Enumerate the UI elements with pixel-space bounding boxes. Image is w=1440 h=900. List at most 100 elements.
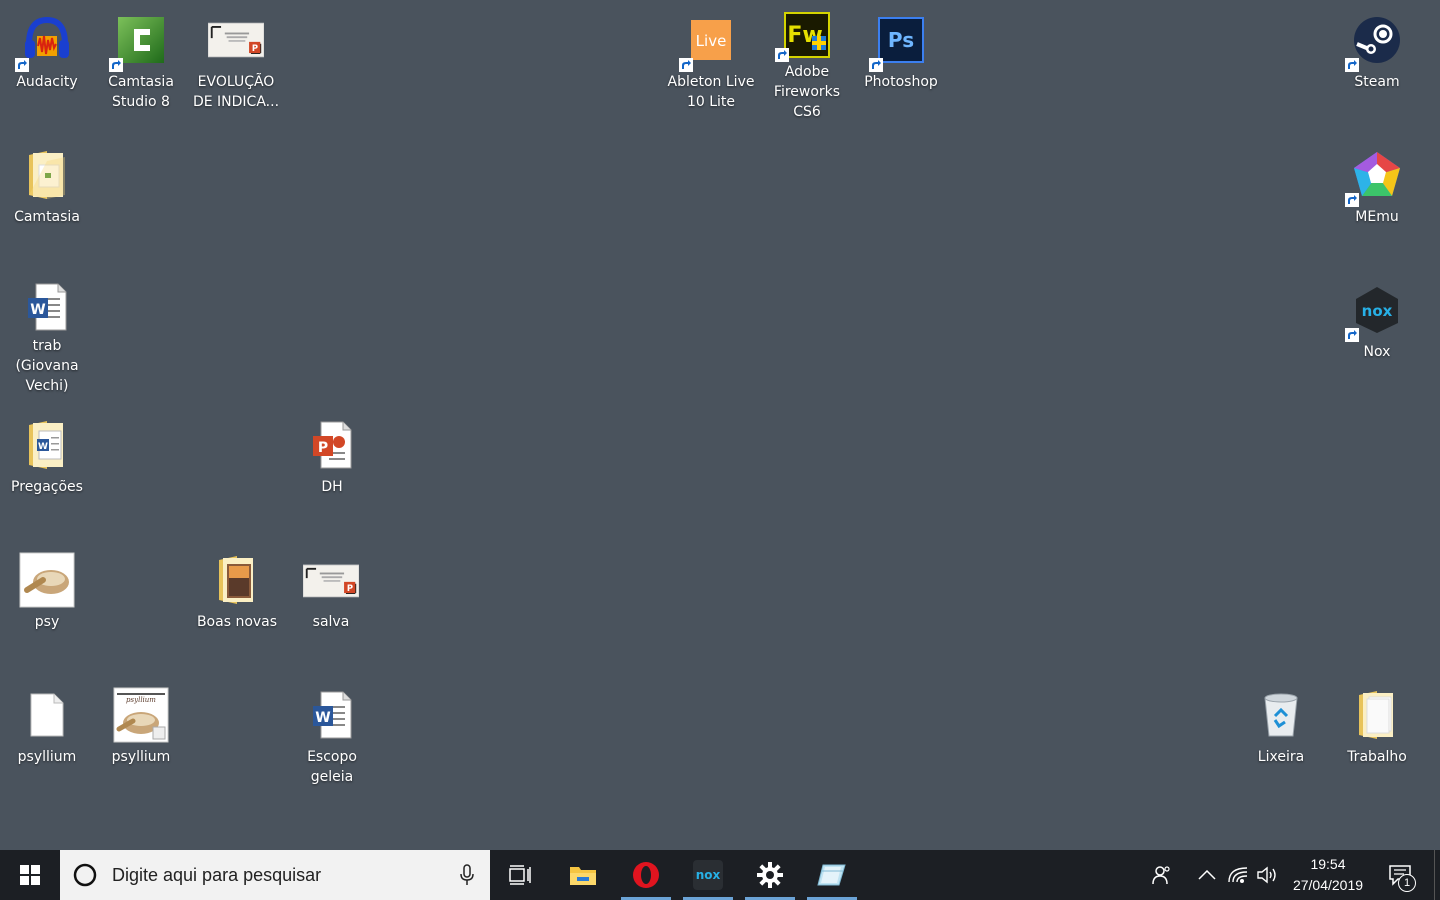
taskbar-nox[interactable]: nox bbox=[683, 850, 733, 900]
icon-label: DH bbox=[321, 479, 343, 495]
nox-glyph: nox bbox=[1362, 302, 1393, 320]
desktop-icon-trab-docx[interactable]: W trab (Giovana Vechi) bbox=[0, 270, 94, 394]
volume-button[interactable] bbox=[1255, 863, 1279, 887]
shortcut-arrow-icon bbox=[869, 58, 883, 72]
microphone-icon[interactable] bbox=[460, 864, 474, 886]
icon-label: Escopo geleia bbox=[307, 749, 357, 785]
shortcut-arrow-icon bbox=[1345, 58, 1359, 72]
ppt-glyph: P bbox=[252, 43, 258, 53]
show-desktop-button[interactable] bbox=[1434, 850, 1440, 900]
taskbar-opera[interactable] bbox=[621, 850, 671, 900]
desktop-icon-camtasia-folder[interactable]: Camtasia bbox=[0, 135, 94, 255]
ableton-live-icon: Live bbox=[679, 12, 739, 72]
psyllium-thumb-text: psyllium bbox=[126, 696, 156, 704]
shortcut-arrow-icon bbox=[109, 58, 123, 72]
desktop-icon-memu[interactable]: MEmu bbox=[1330, 135, 1424, 255]
desktop-icon-recycle-bin[interactable]: Lixeira bbox=[1234, 675, 1328, 795]
people-button[interactable] bbox=[1150, 863, 1174, 887]
icon-label: Camtasia Studio 8 bbox=[108, 74, 174, 110]
icon-label: Lixeira bbox=[1257, 749, 1305, 765]
icon-label: salva bbox=[312, 614, 350, 630]
recycle-bin-icon bbox=[1253, 687, 1309, 743]
desktop-icon-ableton[interactable]: Live Ableton Live 10 Lite bbox=[664, 0, 758, 120]
desktop-icon-dh-pptx[interactable]: P DH bbox=[285, 405, 379, 525]
desktop-icon-pregacoes-folder[interactable]: W Pregações bbox=[0, 405, 94, 525]
people-icon bbox=[1152, 866, 1170, 885]
desktop-icon-photoshop[interactable]: Ps Photoshop bbox=[854, 0, 948, 120]
ppt-glyph: P bbox=[318, 440, 328, 456]
image-thumbnail-icon: psyllium bbox=[113, 687, 169, 743]
desktop-icon-psyllium-file[interactable]: psyllium bbox=[0, 675, 94, 795]
desktop-icon-trabalho-folder[interactable]: Trabalho bbox=[1330, 675, 1424, 795]
icon-label: Photoshop bbox=[864, 74, 938, 90]
opera-icon bbox=[633, 862, 659, 888]
icon-label: Trabalho bbox=[1347, 749, 1407, 765]
task-view-button[interactable] bbox=[495, 850, 545, 900]
desktop-icon-audacity[interactable]: Audacity bbox=[0, 0, 94, 120]
windows-logo-icon bbox=[20, 865, 40, 885]
clock-time: 19:54 bbox=[1310, 856, 1346, 872]
icon-label: Pregações bbox=[11, 479, 83, 495]
icon-label: MEmu bbox=[1355, 209, 1399, 225]
icon-label: psyllium bbox=[111, 749, 171, 765]
gear-icon bbox=[757, 862, 783, 888]
desktop-icon-salva-pptx[interactable]: P salva bbox=[284, 540, 378, 660]
powerpoint-document-icon: P bbox=[304, 417, 360, 473]
icon-label: Boas novas bbox=[196, 614, 278, 630]
cortana-icon bbox=[73, 863, 97, 887]
speaker-icon bbox=[1257, 866, 1276, 884]
ppt-glyph: P bbox=[347, 583, 353, 593]
shortcut-arrow-icon bbox=[1345, 328, 1359, 342]
desktop: Audacity Camtasia Studio 8 P EVOLUÇÃO DE… bbox=[0, 0, 1440, 850]
memu-icon bbox=[1345, 147, 1405, 207]
icon-label: Nox bbox=[1363, 344, 1391, 360]
desktop-icon-escopo-docx[interactable]: W Escopo geleia bbox=[285, 675, 379, 795]
desktop-icon-fireworks[interactable]: Fw Adobe Fireworks CS6 bbox=[760, 0, 854, 120]
action-center-button[interactable]: 1 bbox=[1386, 862, 1416, 892]
ableton-glyph: Live bbox=[696, 32, 727, 50]
steam-icon bbox=[1345, 12, 1405, 72]
search-input[interactable] bbox=[110, 863, 444, 887]
word-glyph: W bbox=[30, 302, 45, 318]
desktop-icon-nox[interactable]: nox Nox bbox=[1330, 270, 1424, 390]
nox-icon: nox bbox=[693, 860, 723, 890]
notification-count-badge: 1 bbox=[1398, 874, 1416, 892]
desktop-icon-psyllium-image[interactable]: psyllium psyllium bbox=[94, 675, 188, 795]
clock[interactable]: 19:54 27/04/2019 bbox=[1282, 850, 1374, 900]
shortcut-arrow-icon bbox=[15, 58, 29, 72]
taskbar-settings[interactable] bbox=[745, 850, 795, 900]
icon-label: trab (Giovana Vechi) bbox=[15, 338, 79, 394]
icon-label: Ableton Live 10 Lite bbox=[667, 74, 755, 110]
powerpoint-thumbnail-icon: P bbox=[208, 12, 264, 68]
icon-label: EVOLUÇÃO DE INDICA... bbox=[192, 74, 280, 110]
desktop-icon-steam[interactable]: Steam bbox=[1330, 0, 1424, 120]
powerpoint-thumbnail-icon: P bbox=[303, 552, 359, 608]
chevron-up-icon bbox=[1198, 870, 1216, 880]
camtasia-icon bbox=[109, 12, 169, 72]
notebook-app-icon bbox=[817, 864, 846, 886]
show-hidden-icons-button[interactable] bbox=[1195, 863, 1219, 887]
blank-file-icon bbox=[19, 687, 75, 743]
desktop-icon-camtasia-studio[interactable]: Camtasia Studio 8 bbox=[94, 0, 188, 120]
clock-date: 27/04/2019 bbox=[1292, 877, 1364, 893]
word-document-icon: W bbox=[19, 282, 75, 332]
folder-icon bbox=[19, 147, 75, 203]
folder-icon bbox=[1349, 687, 1405, 743]
start-button[interactable] bbox=[0, 850, 60, 900]
shortcut-arrow-icon bbox=[775, 48, 789, 62]
desktop-icon-boas-novas-folder[interactable]: Boas novas bbox=[190, 540, 284, 660]
task-view-icon bbox=[509, 865, 531, 885]
desktop-icon-psy-image[interactable]: psy bbox=[0, 540, 94, 660]
taskbar-file-explorer[interactable] bbox=[558, 850, 608, 900]
icon-label: psyllium bbox=[17, 749, 77, 765]
photoshop-glyph: Ps bbox=[888, 28, 914, 52]
taskbar-search-box[interactable] bbox=[60, 850, 490, 900]
image-thumbnail-icon bbox=[19, 552, 75, 608]
icon-label: Camtasia bbox=[14, 209, 80, 225]
taskbar-app-icon[interactable] bbox=[807, 850, 857, 900]
icon-label: Audacity bbox=[16, 74, 78, 90]
network-button[interactable] bbox=[1226, 863, 1250, 887]
folder-icon bbox=[209, 552, 265, 608]
audacity-icon bbox=[15, 12, 75, 72]
desktop-icon-evolucao-pptx[interactable]: P EVOLUÇÃO DE INDICA... bbox=[189, 0, 283, 120]
